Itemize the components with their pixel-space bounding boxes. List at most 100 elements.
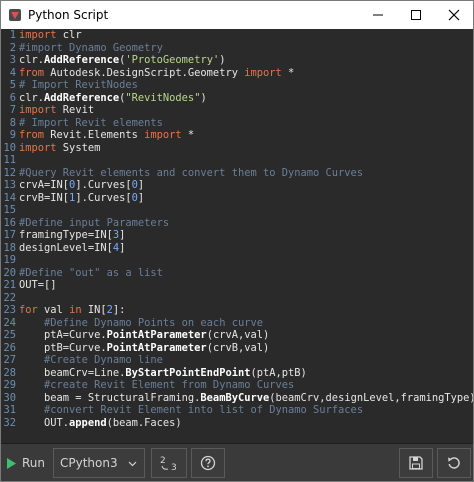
code-line[interactable]: 6 clr.AddReference("RevitNodes") (1, 92, 473, 105)
code-line[interactable]: 19 (1, 254, 473, 267)
code-line[interactable]: 24 #Define Dynamo Points on each curve (1, 317, 473, 330)
bottom-toolbar: Run CPython3 2 3 (1, 443, 473, 481)
code-line[interactable]: 13 crvA=IN[0].Curves[0] (1, 179, 473, 192)
code-line[interactable]: 7 import Revit (1, 104, 473, 117)
code-line[interactable]: 10 import System (1, 142, 473, 155)
python-engine-select[interactable]: CPython3 (53, 448, 145, 478)
code-line[interactable]: 16 #Define input Parameters (1, 217, 473, 230)
line-number: 25 (3, 329, 16, 341)
code-token: Revit (56, 104, 95, 116)
code-line[interactable]: 27 #Create Dynamo line (1, 354, 473, 367)
close-button[interactable] (435, 1, 473, 29)
code-token: import (19, 141, 57, 154)
code-token: #Query Revit elements and convert them t… (19, 166, 364, 179)
run-button[interactable]: Run (3, 448, 49, 478)
code-line[interactable]: 25 ptA=Curve.PointAtParameter(crvA,val) (1, 329, 473, 342)
floppy-disk-icon (409, 456, 423, 470)
run-button-label: Run (21, 456, 45, 470)
code-text: #Define "out" as a list (19, 267, 163, 280)
code-token: import (144, 129, 182, 141)
code-line[interactable]: 5 # Import RevitNodes (1, 79, 473, 92)
code-text: clr.AddReference('ProtoGeometry') (19, 54, 225, 67)
code-token: import (19, 104, 57, 116)
line-number: 29 (3, 379, 16, 391)
code-token: (beam.Faces) (106, 416, 182, 429)
code-token: # Import Revit elements (19, 116, 163, 129)
code-token: for (19, 304, 38, 316)
code-token: beam = StructuralFraming. (19, 391, 201, 404)
code-line[interactable]: 30 beam = StructuralFraming.BeamByCurve(… (1, 392, 473, 405)
code-token: val (37, 304, 70, 316)
code-token: OUT. (19, 416, 70, 429)
line-number: 9 (9, 129, 16, 141)
code-line[interactable]: 11 (1, 154, 473, 167)
minimize-button[interactable] (359, 1, 397, 29)
code-text: from Revit.Elements import * (19, 129, 194, 142)
code-text: framingType=IN[3] (19, 229, 125, 242)
code-token: import (244, 66, 282, 79)
code-line[interactable]: 15 (1, 204, 473, 217)
help-button[interactable] (191, 448, 225, 478)
line-number: 31 (3, 404, 16, 416)
code-line[interactable]: 3 clr.AddReference('ProtoGeometry') (1, 54, 473, 67)
line-number: 3 (9, 54, 16, 66)
code-token: clr (56, 29, 82, 41)
code-line[interactable]: 12 #Query Revit elements and convert them… (1, 167, 473, 180)
code-token: #Define input Parameters (19, 216, 170, 229)
code-line[interactable]: 31 #convert Revit Element into list of D… (1, 404, 473, 417)
save-button[interactable] (399, 448, 433, 478)
code-token: clr. (19, 54, 45, 66)
code-line[interactable]: 21 OUT=[] (1, 279, 473, 292)
code-line[interactable]: 23 for val in IN[2]: (1, 304, 473, 317)
code-text: #Create Dynamo line (19, 354, 163, 367)
line-number: 23 (3, 304, 16, 316)
maximize-button[interactable] (397, 1, 435, 29)
code-line[interactable]: 9 from Revit.Elements import * (1, 129, 473, 142)
code-line[interactable]: 2 #import Dynamo Geometry (1, 42, 473, 55)
undo-icon (448, 457, 460, 469)
code-text: import clr (19, 29, 82, 42)
code-token: #create Revit Element from Dynamo Curves (44, 379, 295, 391)
line-number: 15 (3, 204, 16, 216)
svg-text:3: 3 (171, 463, 177, 473)
code-line[interactable]: 32 OUT.append(beam.Faces) (1, 417, 473, 430)
line-number: 19 (3, 254, 16, 266)
revert-button[interactable] (437, 448, 471, 478)
code-line[interactable]: 18 designLevel=IN[4] (1, 242, 473, 255)
code-line[interactable]: 17 framingType=IN[3] (1, 229, 473, 242)
code-line[interactable]: 1 import clr (1, 29, 473, 42)
code-token: ].Curves[ (75, 191, 132, 204)
code-line[interactable]: 14 crvB=IN[1].Curves[0] (1, 192, 473, 205)
code-line[interactable]: 22 (1, 292, 473, 305)
code-line[interactable]: 20 #Define "out" as a list (1, 267, 473, 280)
code-token: Autodesk.DesignScript.Geometry (44, 66, 245, 79)
code-text: import Revit (19, 104, 94, 117)
code-line[interactable]: 29 #create Revit Element from Dynamo Cur… (1, 379, 473, 392)
code-line[interactable]: 8 # Import Revit elements (1, 117, 473, 130)
code-token: ].Curves[ (75, 179, 132, 191)
code-text: crvA=IN[0].Curves[0] (19, 179, 144, 192)
code-line[interactable]: 4 from Autodesk.DesignScript.Geometry imp… (1, 67, 473, 80)
code-token: 'ProtoGeometry' (125, 54, 220, 66)
title-bar[interactable]: Python Script (1, 1, 473, 29)
code-text: OUT=[] (19, 279, 57, 292)
line-number: 32 (3, 416, 16, 429)
migration-assistant-button[interactable]: 2 3 (151, 448, 187, 478)
code-line[interactable]: 28 beamCrv=Line.ByStartPointEndPoint(ptA… (1, 367, 473, 380)
code-token: crvB=IN[ (19, 191, 70, 204)
code-line[interactable]: 26 ptB=Curve.PointAtParameter(crvB,val) (1, 342, 473, 355)
code-text: #convert Revit Element into list of Dyna… (19, 404, 363, 417)
code-text: for val in IN[2]: (19, 304, 125, 317)
code-text: #import Dynamo Geometry (19, 42, 163, 55)
code-text: beamCrv=Line.ByStartPointEndPoint(ptA,pt… (19, 367, 307, 380)
code-text: designLevel=IN[4] (19, 242, 125, 255)
line-number: 13 (3, 179, 16, 191)
code-text: from Autodesk.DesignScript.Geometry impo… (19, 67, 294, 80)
code-token: append (69, 416, 107, 429)
line-number: 14 (3, 191, 16, 204)
code-editor[interactable]: 1 import clr 2 #import Dynamo Geometry 3 clr.… (1, 29, 473, 441)
